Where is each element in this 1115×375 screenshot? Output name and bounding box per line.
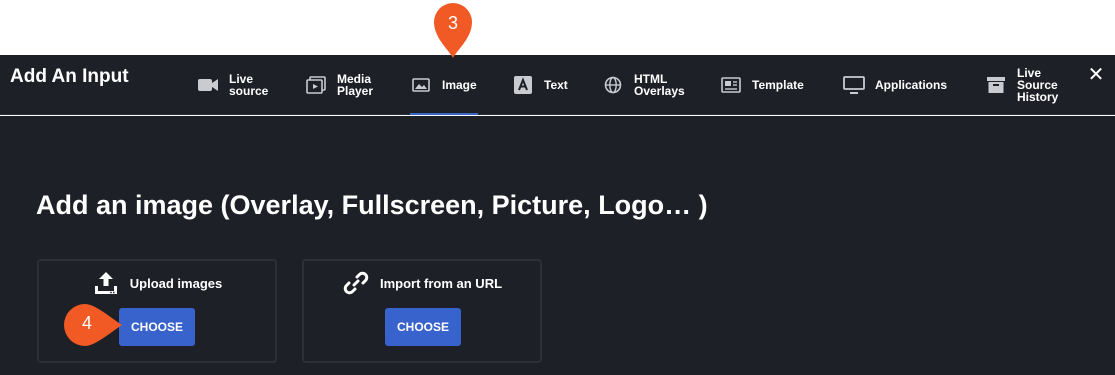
tab-label: HTML Overlays bbox=[634, 72, 685, 98]
tab-text[interactable]: Text bbox=[512, 55, 568, 115]
tab-label: Applications bbox=[875, 78, 948, 92]
template-icon bbox=[720, 74, 742, 96]
image-icon bbox=[410, 74, 432, 96]
tab-label: Image bbox=[442, 78, 477, 92]
top-margin bbox=[0, 0, 1115, 55]
tab-label: Template bbox=[752, 78, 804, 92]
tab-template[interactable]: Template bbox=[720, 55, 804, 115]
annotation-number-3: 3 bbox=[447, 13, 458, 33]
url-card: Import from an URL CHOOSE bbox=[302, 259, 542, 363]
tab-html-overlays[interactable]: HTML Overlays bbox=[602, 55, 685, 115]
upload-icon bbox=[92, 269, 120, 297]
tab-label: Media Player bbox=[337, 72, 374, 98]
tab-live-source-history[interactable]: Live Source History bbox=[985, 55, 1058, 115]
tab-image[interactable]: Image bbox=[410, 55, 478, 115]
dialog-title: Add An Input bbox=[10, 66, 129, 87]
page-heading: Add an image (Overlay, Fullscreen, Pictu… bbox=[36, 190, 708, 220]
archive-icon bbox=[985, 74, 1007, 96]
text-icon bbox=[512, 74, 534, 96]
url-card-header: Import from an URL bbox=[304, 269, 540, 297]
dialog-header: Add An Input Live source Media Player Im… bbox=[0, 55, 1115, 115]
tab-label: Live source bbox=[229, 72, 269, 98]
link-icon bbox=[342, 269, 370, 297]
close-icon[interactable]: ✕ bbox=[1086, 63, 1106, 87]
tab-media-player[interactable]: Media Player bbox=[305, 55, 373, 115]
upload-label: Upload images bbox=[129, 275, 223, 291]
tab-label: Text bbox=[544, 78, 568, 92]
monitor-icon bbox=[843, 74, 865, 96]
tab-live-source[interactable]: Live source bbox=[197, 55, 268, 115]
tab-applications[interactable]: Applications bbox=[843, 55, 947, 115]
media-player-icon bbox=[305, 74, 327, 96]
upload-card-header: Upload images bbox=[39, 269, 275, 297]
dialog-body: Add an image (Overlay, Fullscreen, Pictu… bbox=[0, 116, 1115, 375]
choose-url-button[interactable]: CHOOSE bbox=[385, 308, 461, 346]
annotation-number-4: 4 bbox=[81, 313, 92, 333]
choose-upload-button[interactable]: CHOOSE bbox=[119, 308, 195, 346]
camera-icon bbox=[197, 74, 219, 96]
url-label: Import from an URL bbox=[379, 275, 503, 291]
tab-label: Live Source History bbox=[1017, 66, 1059, 104]
globe-icon bbox=[602, 74, 624, 96]
